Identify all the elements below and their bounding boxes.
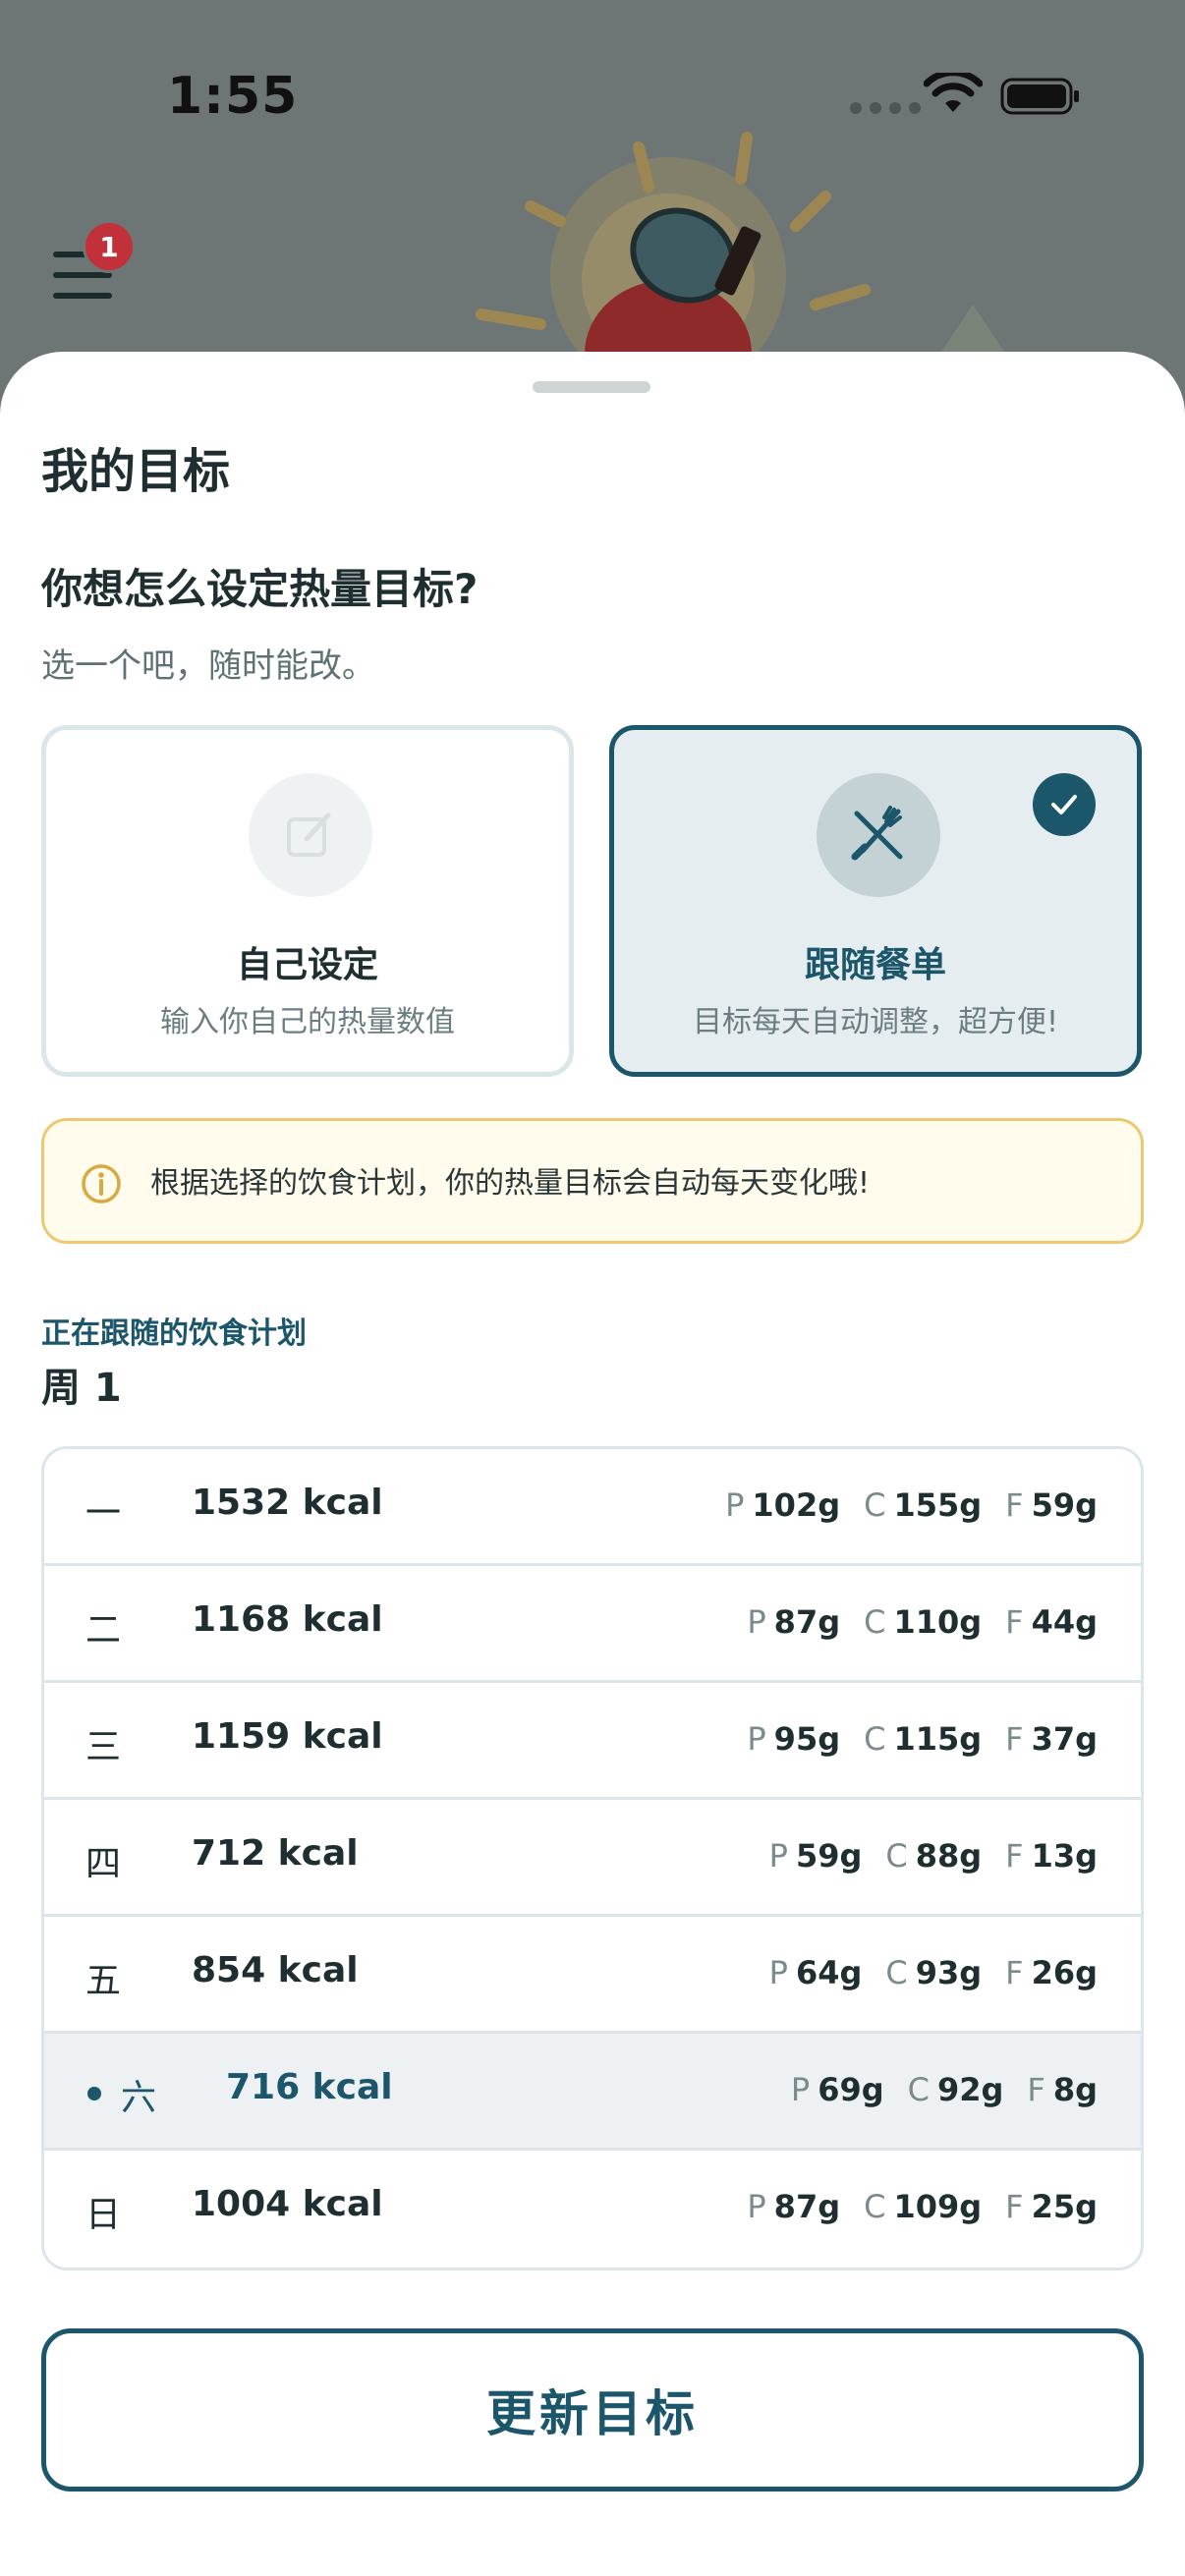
macro-protein: P 95g: [747, 1720, 841, 1758]
option-description: 输入你自己的热量数值: [160, 1005, 455, 1039]
notification-badge: 1: [83, 220, 136, 273]
goal-subtitle: 选一个吧，随时能改。: [41, 646, 375, 686]
macro-carbs: C 155g: [864, 1486, 983, 1524]
day-kcal: 1159 kcal: [192, 1716, 383, 1757]
info-text: 根据选择的饮食计划，你的热量目标会自动每天变化哦!: [150, 1166, 871, 1201]
macros: P 95g C 115g F 37g: [747, 1720, 1098, 1758]
macros: P 69g C 92g F 8g: [791, 2071, 1098, 2108]
day-name: 日: [85, 2195, 122, 2235]
macro-fat: F 59g: [1005, 1486, 1098, 1524]
macro-protein: P 102g: [725, 1486, 841, 1524]
day-row-today[interactable]: 六 716 kcal P 69g C 92g F 8g: [44, 2034, 1141, 2151]
macros: P 59g C 88g F 13g: [769, 1837, 1098, 1875]
macro-fat: F 8g: [1027, 2071, 1098, 2108]
macro-carbs: C 88g: [885, 1837, 983, 1875]
cellular-icon: [850, 102, 921, 114]
macro-carbs: C 92g: [907, 2071, 1004, 2108]
macro-fat: F 44g: [1005, 1603, 1098, 1641]
day-kcal: 854 kcal: [192, 1950, 359, 1990]
selected-check-icon: [1033, 773, 1096, 836]
apple-mascot-illustration: [476, 132, 1012, 364]
day-row[interactable]: 二 1168 kcal P 87g C 110g F 44g: [44, 1566, 1141, 1683]
status-time: 1:55: [167, 67, 299, 126]
info-notice: 根据选择的饮食计划，你的热量目标会自动每天变化哦!: [41, 1118, 1144, 1244]
macro-fat: F 25g: [1005, 2188, 1098, 2225]
wifi-icon: [924, 73, 983, 112]
macro-carbs: C 93g: [885, 1954, 983, 1991]
day-name: 四: [85, 1844, 122, 1884]
macro-protein: P 69g: [790, 2071, 884, 2108]
macro-carbs: C 109g: [864, 2188, 983, 2225]
macro-protein: P 87g: [747, 2188, 841, 2225]
day-kcal: 1168 kcal: [192, 1599, 383, 1640]
macro-fat: F 26g: [1005, 1954, 1098, 1991]
day-name: 二: [85, 1610, 122, 1651]
utensils-icon: [817, 773, 940, 897]
day-row[interactable]: 日 1004 kcal P 87g C 109g F 25g: [44, 2151, 1141, 2268]
day-row[interactable]: 四 712 kcal P 59g C 88g F 13g: [44, 1800, 1141, 1917]
day-name: 六: [121, 2078, 157, 2118]
option-label: 跟随餐单: [804, 945, 946, 985]
macros: P 102g C 155g F 59g: [725, 1486, 1098, 1524]
day-kcal: 1532 kcal: [192, 1483, 383, 1523]
goal-question: 你想怎么设定热量目标?: [41, 565, 479, 613]
sheet-title: 我的目标: [41, 444, 231, 499]
plan-caption: 正在跟随的饮食计划: [41, 1316, 307, 1351]
macro-carbs: C 115g: [864, 1720, 983, 1758]
option-follow-meal-plan[interactable]: 跟随餐单 目标每天自动调整，超方便!: [609, 725, 1142, 1077]
today-indicator-dot: [87, 2087, 101, 2100]
day-kcal: 712 kcal: [192, 1833, 359, 1874]
macro-protein: P 87g: [747, 1603, 841, 1641]
update-goal-button[interactable]: 更新目标: [41, 2328, 1144, 2492]
day-kcal: 716 kcal: [226, 2067, 393, 2107]
day-row[interactable]: 一 1532 kcal P 102g C 155g F 59g: [44, 1449, 1141, 1566]
edit-icon: [249, 773, 372, 897]
macro-fat: F 13g: [1005, 1837, 1098, 1875]
day-name: 一: [85, 1493, 122, 1534]
day-row[interactable]: 三 1159 kcal P 95g C 115g F 37g: [44, 1683, 1141, 1800]
macros: P 64g C 93g F 26g: [769, 1954, 1098, 1991]
plan-week: 周 1: [41, 1366, 122, 1411]
macro-protein: P 64g: [768, 1954, 863, 1991]
daily-calorie-table: 一 1532 kcal P 102g C 155g F 59g 二 1168 kcal…: [41, 1446, 1144, 2270]
macros: P 87g C 110g F 44g: [747, 1603, 1098, 1641]
option-label: 自己设定: [236, 945, 378, 985]
day-name: 五: [85, 1961, 122, 2001]
goal-bottom-sheet: 我的目标 你想怎么设定热量目标? 选一个吧，随时能改。 自己设定 输入你自己的热…: [0, 352, 1185, 2576]
sheet-grabber[interactable]: [533, 381, 650, 393]
option-custom-goal[interactable]: 自己设定 输入你自己的热量数值: [41, 725, 574, 1077]
day-kcal: 1004 kcal: [192, 2184, 383, 2224]
info-icon: [82, 1164, 121, 1204]
macros: P 87g C 109g F 25g: [747, 2188, 1098, 2225]
battery-icon: [1000, 78, 1079, 115]
day-name: 三: [85, 1727, 122, 1767]
macro-carbs: C 110g: [864, 1603, 983, 1641]
day-row[interactable]: 五 854 kcal P 64g C 93g F 26g: [44, 1917, 1141, 2034]
macro-protein: P 59g: [768, 1837, 863, 1875]
macro-fat: F 37g: [1005, 1720, 1098, 1758]
option-description: 目标每天自动调整，超方便!: [692, 1005, 1059, 1039]
